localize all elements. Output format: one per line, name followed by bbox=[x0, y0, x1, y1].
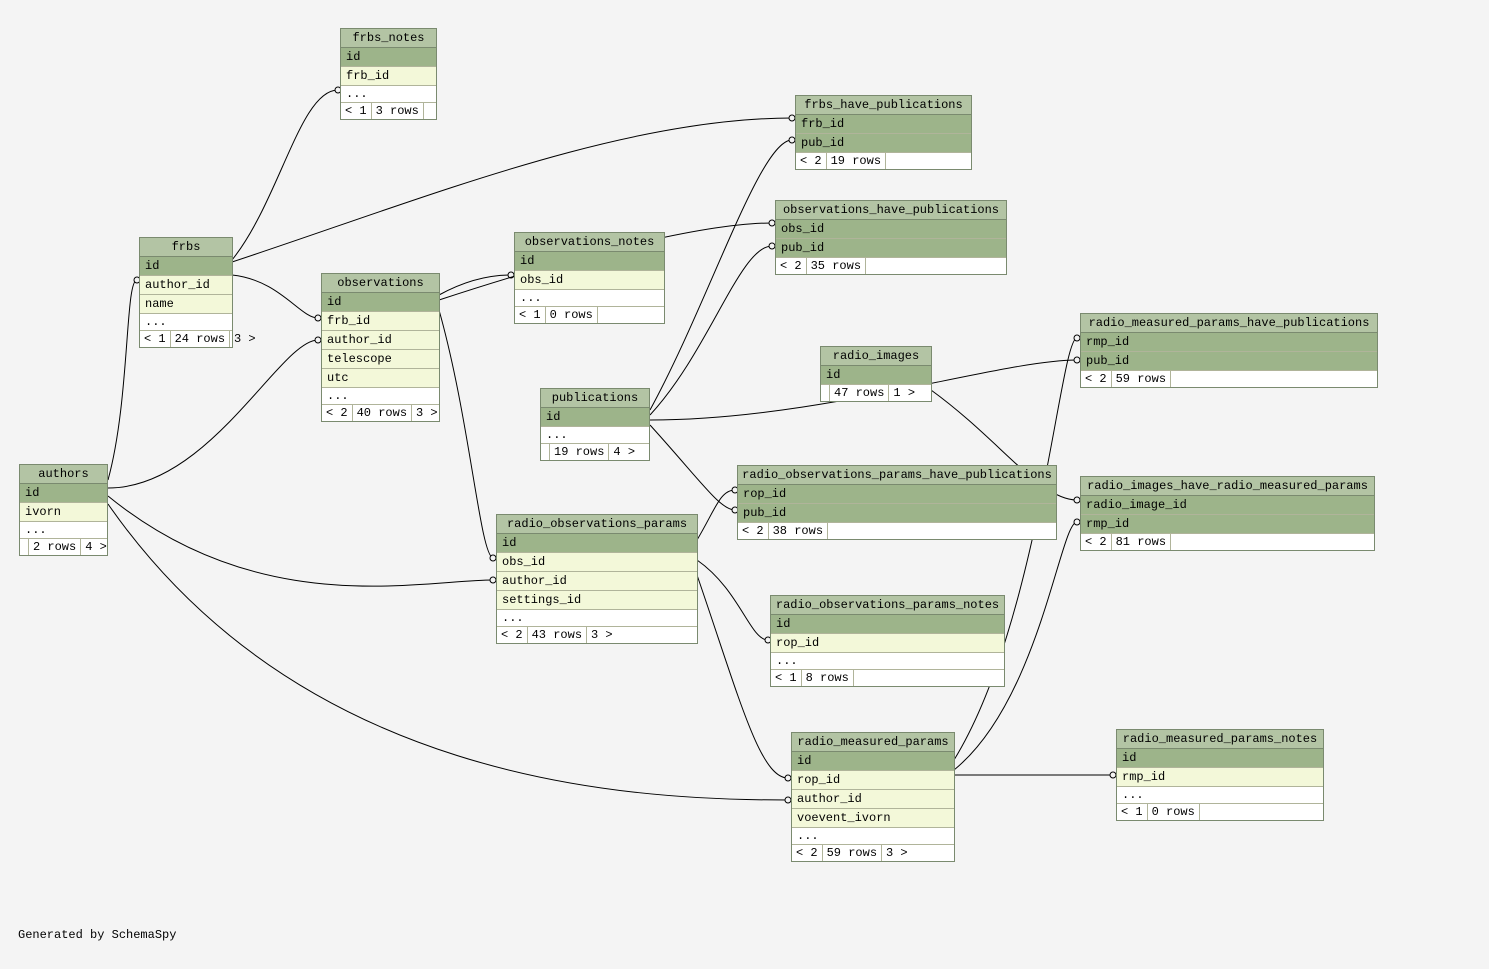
col-author-id: author_id bbox=[497, 572, 697, 591]
table-rop-have-publications[interactable]: radio_observations_params_have_publicati… bbox=[737, 465, 1057, 540]
table-title: publications bbox=[541, 389, 649, 408]
col-pub-id: pub_id bbox=[738, 504, 1056, 523]
col-id: id bbox=[341, 48, 436, 67]
table-footer: < 2 81 rows bbox=[1081, 534, 1374, 550]
col-telescope: telescope bbox=[322, 350, 439, 369]
table-title: radio_observations_params bbox=[497, 515, 697, 534]
col-author-id: author_id bbox=[140, 276, 232, 295]
col-id: id bbox=[771, 615, 1004, 634]
table-footer: < 1 24 rows 3 > bbox=[140, 331, 232, 347]
table-observations-have-publications[interactable]: observations_have_publications obs_id pu… bbox=[775, 200, 1007, 275]
more-cols: ... bbox=[792, 828, 954, 845]
table-footer: < 2 59 rows bbox=[1081, 371, 1377, 387]
col-settings-id: settings_id bbox=[497, 591, 697, 610]
more-cols: ... bbox=[771, 653, 1004, 670]
col-pub-id: pub_id bbox=[1081, 352, 1377, 371]
table-title: frbs bbox=[140, 238, 232, 257]
col-ivorn: ivorn bbox=[20, 503, 107, 522]
table-observations[interactable]: observations id frb_id author_id telesco… bbox=[321, 273, 440, 422]
col-id: id bbox=[792, 752, 954, 771]
table-rop-notes[interactable]: radio_observations_params_notes id rop_i… bbox=[770, 595, 1005, 687]
table-title: radio_images bbox=[821, 347, 931, 366]
table-publications[interactable]: publications id ... 19 rows 4 > bbox=[540, 388, 650, 461]
col-radio-image-id: radio_image_id bbox=[1081, 496, 1374, 515]
diagram-canvas: authors id ivorn ... 2 rows 4 > frbs id … bbox=[0, 0, 1489, 969]
table-footer: < 1 8 rows bbox=[771, 670, 1004, 686]
col-name: name bbox=[140, 295, 232, 314]
table-rmp-notes[interactable]: radio_measured_params_notes id rmp_id ..… bbox=[1116, 729, 1324, 821]
col-obs-id: obs_id bbox=[515, 271, 664, 290]
table-footer: < 2 38 rows bbox=[738, 523, 1056, 539]
table-frbs-have-publications[interactable]: frbs_have_publications frb_id pub_id < 2… bbox=[795, 95, 972, 170]
col-voevent-ivorn: voevent_ivorn bbox=[792, 809, 954, 828]
col-obs-id: obs_id bbox=[497, 553, 697, 572]
more-cols: ... bbox=[541, 427, 649, 444]
table-frbs[interactable]: frbs id author_id name ... < 1 24 rows 3… bbox=[139, 237, 233, 348]
table-title: authors bbox=[20, 465, 107, 484]
table-footer: < 2 59 rows 3 > bbox=[792, 845, 954, 861]
table-title: radio_images_have_radio_measured_params bbox=[1081, 477, 1374, 496]
more-cols: ... bbox=[497, 610, 697, 627]
col-rmp-id: rmp_id bbox=[1117, 768, 1323, 787]
table-footer: 47 rows 1 > bbox=[821, 385, 931, 401]
col-pub-id: pub_id bbox=[796, 134, 971, 153]
table-authors[interactable]: authors id ivorn ... 2 rows 4 > bbox=[19, 464, 108, 556]
col-id: id bbox=[541, 408, 649, 427]
more-cols: ... bbox=[515, 290, 664, 307]
col-id: id bbox=[20, 484, 107, 503]
table-footer: < 1 3 rows bbox=[341, 103, 436, 119]
col-id: id bbox=[322, 293, 439, 312]
table-footer: < 1 0 rows bbox=[515, 307, 664, 323]
more-cols: ... bbox=[1117, 787, 1323, 804]
more-cols: ... bbox=[322, 388, 439, 405]
table-footer: < 1 0 rows bbox=[1117, 804, 1323, 820]
table-title: radio_measured_params_notes bbox=[1117, 730, 1323, 749]
col-pub-id: pub_id bbox=[776, 239, 1006, 258]
col-rop-id: rop_id bbox=[792, 771, 954, 790]
table-frbs-notes[interactable]: frbs_notes id frb_id ... < 1 3 rows bbox=[340, 28, 437, 120]
more-cols: ... bbox=[20, 522, 107, 539]
table-ri-have-rmp[interactable]: radio_images_have_radio_measured_params … bbox=[1080, 476, 1375, 551]
more-cols: ... bbox=[341, 86, 436, 103]
col-frb-id: frb_id bbox=[341, 67, 436, 86]
table-footer: 19 rows 4 > bbox=[541, 444, 649, 460]
col-id: id bbox=[1117, 749, 1323, 768]
table-observations-notes[interactable]: observations_notes id obs_id ... < 1 0 r… bbox=[514, 232, 665, 324]
col-id: id bbox=[515, 252, 664, 271]
col-author-id: author_id bbox=[792, 790, 954, 809]
table-title: observations_have_publications bbox=[776, 201, 1006, 220]
table-radio-images[interactable]: radio_images id 47 rows 1 > bbox=[820, 346, 932, 402]
table-footer: < 2 35 rows bbox=[776, 258, 1006, 274]
table-footer: < 2 40 rows 3 > bbox=[322, 405, 439, 421]
col-id: id bbox=[140, 257, 232, 276]
col-obs-id: obs_id bbox=[776, 220, 1006, 239]
generated-by-caption: Generated by SchemaSpy bbox=[18, 928, 176, 942]
col-rop-id: rop_id bbox=[771, 634, 1004, 653]
col-id: id bbox=[497, 534, 697, 553]
table-footer: < 2 19 rows bbox=[796, 153, 971, 169]
more-cols: ... bbox=[140, 314, 232, 331]
col-author-id: author_id bbox=[322, 331, 439, 350]
col-frb-id: frb_id bbox=[796, 115, 971, 134]
table-footer: < 2 43 rows 3 > bbox=[497, 627, 697, 643]
table-title: frbs_notes bbox=[341, 29, 436, 48]
table-radio-observations-params[interactable]: radio_observations_params id obs_id auth… bbox=[496, 514, 698, 644]
col-rmp-id: rmp_id bbox=[1081, 333, 1377, 352]
table-rmp-have-publications[interactable]: radio_measured_params_have_publications … bbox=[1080, 313, 1378, 388]
table-footer: 2 rows 4 > bbox=[20, 539, 107, 555]
table-title: observations_notes bbox=[515, 233, 664, 252]
table-title: radio_observations_params_have_publicati… bbox=[738, 466, 1056, 485]
col-rop-id: rop_id bbox=[738, 485, 1056, 504]
col-id: id bbox=[821, 366, 931, 385]
col-utc: utc bbox=[322, 369, 439, 388]
table-title: observations bbox=[322, 274, 439, 293]
table-title: radio_measured_params bbox=[792, 733, 954, 752]
table-title: frbs_have_publications bbox=[796, 96, 971, 115]
table-radio-measured-params[interactable]: radio_measured_params id rop_id author_i… bbox=[791, 732, 955, 862]
col-rmp-id: rmp_id bbox=[1081, 515, 1374, 534]
table-title: radio_observations_params_notes bbox=[771, 596, 1004, 615]
table-title: radio_measured_params_have_publications bbox=[1081, 314, 1377, 333]
col-frb-id: frb_id bbox=[322, 312, 439, 331]
